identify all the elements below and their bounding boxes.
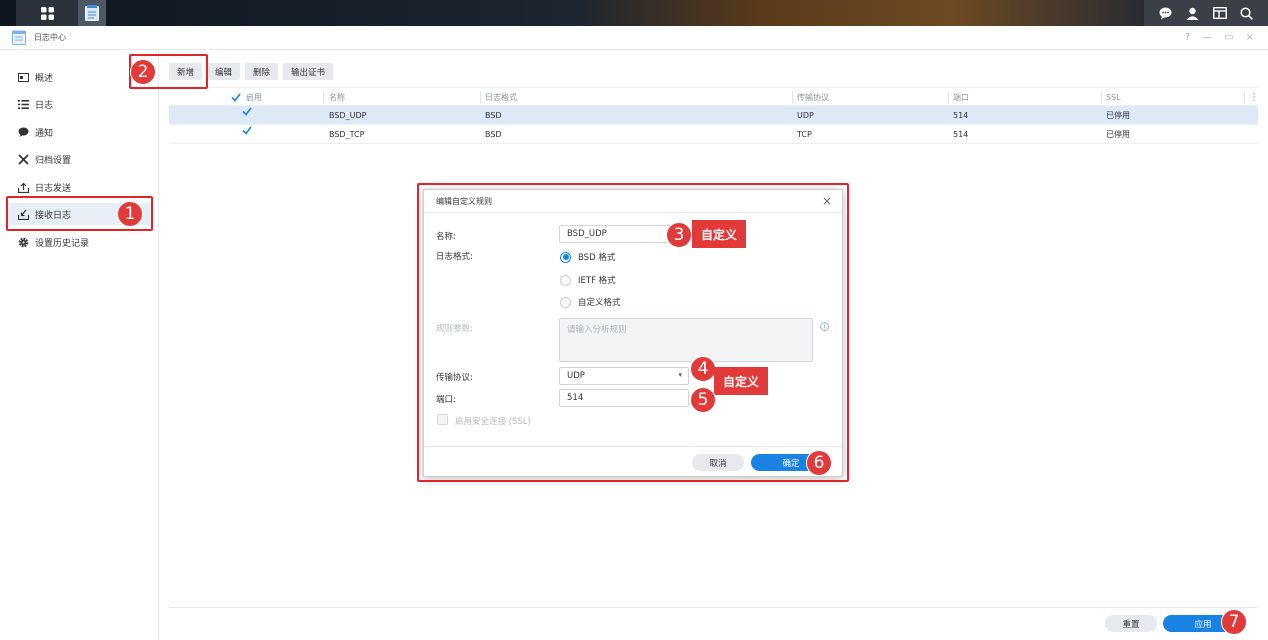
- restore-button[interactable]: ▭: [1224, 32, 1233, 43]
- cell-port: 514: [953, 111, 969, 120]
- window-controls: ? — ▭ ×: [1185, 32, 1254, 43]
- sidebar-item-archive-settings[interactable]: 归档设置: [7, 148, 152, 170]
- delete-button[interactable]: 删除: [245, 63, 279, 80]
- log-center-app-icon: [12, 30, 26, 45]
- overview-icon: [17, 71, 29, 83]
- close-button[interactable]: ×: [1246, 32, 1254, 43]
- sidebar-item-label: 概述: [35, 73, 54, 84]
- window-title-bar: 日志中心 ? — ▭ ×: [0, 26, 1268, 50]
- cell-name: BSD_UDP: [329, 111, 367, 120]
- row-enable-checkbox[interactable]: [241, 106, 252, 117]
- header-enable-checkbox[interactable]: [231, 88, 241, 107]
- column-header-name[interactable]: 名称: [329, 88, 345, 107]
- checkmark-icon: [241, 107, 252, 116]
- sidebar-item-label: 日志: [35, 100, 54, 111]
- log-center-taskbar-button[interactable]: [78, 0, 106, 26]
- column-divider: [480, 91, 481, 104]
- sidebar-item-notifications[interactable]: 通知: [7, 121, 152, 143]
- step-badge-3: 3: [666, 222, 692, 248]
- sidebar-item-settings-history[interactable]: 设置历史记录: [7, 231, 152, 253]
- user-icon[interactable]: [1186, 6, 1200, 20]
- edit-button[interactable]: 编辑: [207, 63, 241, 80]
- checkmark-icon: [241, 126, 252, 135]
- column-header-protocol[interactable]: 传输协议: [797, 88, 829, 107]
- column-header-format[interactable]: 日志格式: [485, 88, 517, 107]
- sidebar-item-log-sending[interactable]: 日志发送: [7, 176, 152, 198]
- list-icon: [17, 98, 29, 110]
- chat-icon[interactable]: [1159, 6, 1173, 20]
- sidebar: 概述 日志 通知 归档设置 日志发送 接收日志 设置历史记录: [0, 51, 159, 640]
- chat-bubble-icon: [17, 126, 29, 138]
- cell-protocol: TCP: [797, 130, 812, 139]
- column-divider: [792, 91, 793, 104]
- sidebar-item-label: 日志发送: [35, 183, 72, 194]
- main-menu-button[interactable]: [16, 0, 78, 26]
- window-title: 日志中心: [34, 33, 66, 42]
- column-divider: [948, 91, 949, 104]
- sidebar-item-logs[interactable]: 日志: [7, 93, 152, 115]
- upload-icon: [17, 181, 29, 193]
- custom-callout-name: 自定义: [692, 220, 746, 248]
- help-button[interactable]: ?: [1185, 32, 1190, 43]
- log-center-app-icon: [85, 5, 99, 21]
- step-badge-4: 4: [690, 356, 716, 382]
- sidebar-item-label: 设置历史记录: [35, 238, 90, 249]
- desktop-taskbar: [0, 0, 1268, 26]
- checkmark-icon: [231, 93, 241, 102]
- step-badge-7: 7: [1221, 609, 1247, 635]
- cell-ssl: 已停用: [1106, 111, 1130, 120]
- gear-icon: [17, 236, 29, 248]
- custom-callout-protocol: 自定义: [714, 367, 768, 395]
- column-divider: [1244, 91, 1245, 104]
- table-header: 启用 名称 日志格式 传输协议 端口 SSL ⋮: [169, 87, 1259, 107]
- step-badge-2: 2: [130, 59, 156, 85]
- column-options-icon[interactable]: ⋮: [1249, 88, 1259, 107]
- step-badge-1: 1: [117, 201, 143, 227]
- footer-divider: [169, 607, 1258, 608]
- grid-icon: [40, 6, 54, 20]
- cell-format: BSD: [485, 111, 502, 120]
- export-certificate-button[interactable]: 输出证书: [283, 63, 334, 80]
- table-row[interactable]: BSD_TCP BSD TCP 514 已停用: [169, 125, 1258, 144]
- cell-port: 514: [953, 130, 969, 139]
- step-badge-5: 5: [690, 387, 716, 413]
- table-row[interactable]: BSD_UDP BSD UDP 514 已停用: [169, 106, 1258, 125]
- column-header-enabled[interactable]: 启用: [246, 88, 262, 107]
- column-header-ssl[interactable]: SSL: [1106, 88, 1121, 107]
- column-divider: [323, 91, 324, 104]
- cell-protocol: UDP: [797, 111, 814, 120]
- widgets-icon[interactable]: [1212, 6, 1227, 20]
- search-icon[interactable]: [1240, 6, 1254, 20]
- rules-table: 启用 名称 日志格式 传输协议 端口 SSL ⋮ BSD_UDP BSD UDP…: [169, 87, 1259, 144]
- reset-button[interactable]: 重置: [1105, 615, 1157, 632]
- sidebar-item-label: 通知: [35, 128, 54, 139]
- sidebar-item-label: 归档设置: [35, 155, 72, 166]
- minimize-button[interactable]: —: [1202, 32, 1212, 43]
- column-divider: [1101, 91, 1102, 104]
- step-badge-6: 6: [806, 450, 832, 476]
- cell-ssl: 已停用: [1106, 130, 1130, 139]
- tools-icon: [17, 153, 29, 165]
- cell-name: BSD_TCP: [329, 130, 365, 139]
- taskbar-tray: [1144, 0, 1268, 26]
- annotation-highlight-dialog: [417, 183, 849, 482]
- column-header-port[interactable]: 端口: [953, 88, 969, 107]
- row-enable-checkbox[interactable]: [241, 125, 252, 136]
- cell-format: BSD: [485, 130, 502, 139]
